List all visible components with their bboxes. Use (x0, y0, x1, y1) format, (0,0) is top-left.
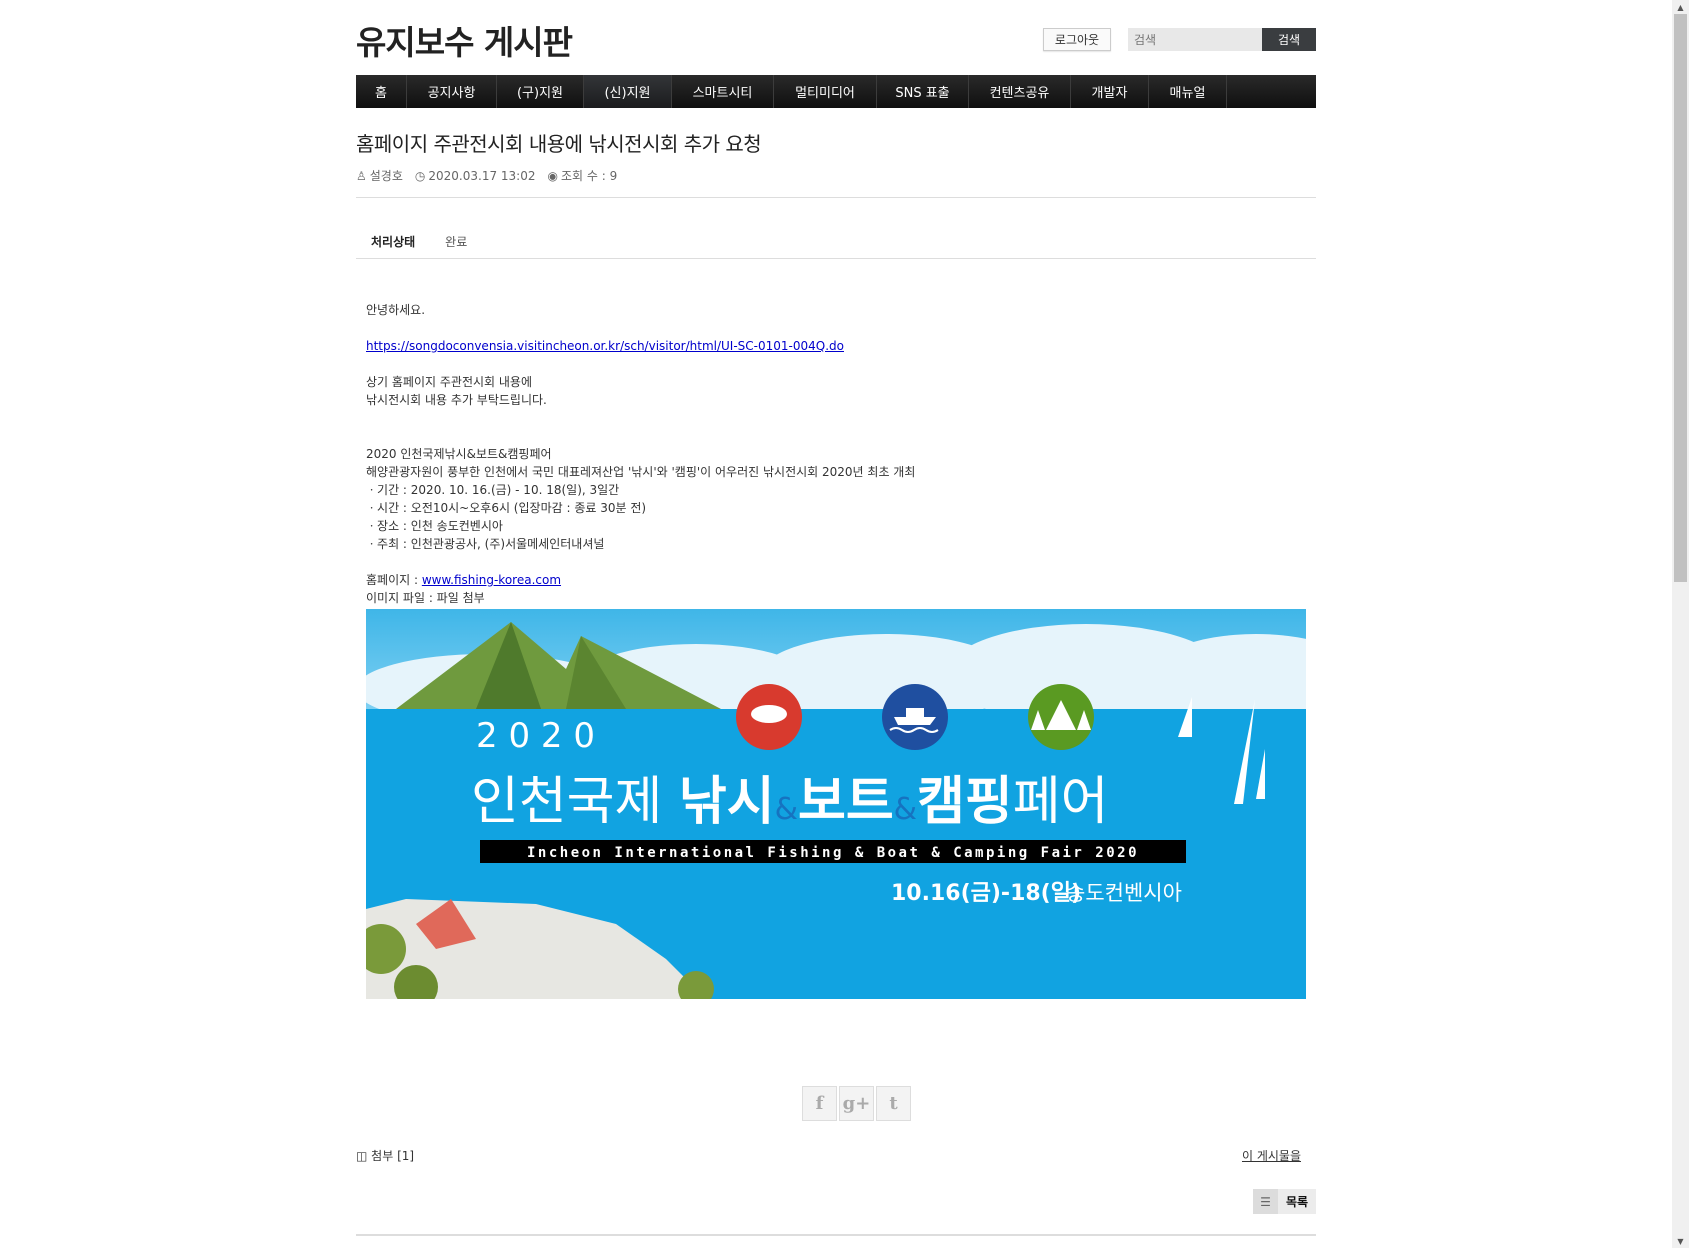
logout-button[interactable]: 로그아웃 (1043, 28, 1111, 51)
author: 설경호 (369, 169, 403, 183)
attachment-label: 첨부 [1] (371, 1149, 415, 1163)
body-text: 상기 홈페이지 주관전시회 내용에 (366, 375, 533, 389)
divider (356, 258, 1316, 259)
nav-new-support[interactable]: (신)지원 (584, 75, 672, 108)
view-count: 조회 수 : 9 (560, 169, 618, 183)
vertical-scrollbar[interactable]: ▲ ▼ (1672, 0, 1689, 1248)
site-title[interactable]: 유지보수 게시판 (356, 16, 573, 64)
nav-old-support[interactable]: (구)지원 (497, 75, 584, 108)
body-text: 2020 인천국제낚시&보트&캠핑페어 (366, 447, 552, 461)
scrollbar-thumb[interactable] (1674, 14, 1687, 582)
scroll-down-arrow-icon[interactable]: ▼ (1672, 1234, 1689, 1248)
nav-multimedia[interactable]: 멀티미디어 (774, 75, 877, 108)
eye-icon: ◉ (547, 168, 558, 183)
boat-icon (882, 684, 948, 750)
status-label: 처리상태 (371, 235, 416, 249)
body-text: 해양관광자원이 풍부한 인천에서 국민 대표레져산업 '낚시'와 '캠핑'이 어… (366, 465, 916, 479)
tent-icon (1028, 684, 1094, 750)
this-post-menu[interactable]: 이 게시물을 (1242, 1147, 1301, 1164)
status-value: 완료 (445, 235, 468, 249)
nav-smartcity[interactable]: 스마트시티 (672, 75, 774, 108)
list-icon: ☰ (1253, 1189, 1278, 1214)
body-text: ㆍ기간 : 2020. 10. 16.(금) - 10. 18(일), 3일간 (366, 483, 620, 497)
attachment-icon: ◫ (356, 1149, 368, 1163)
banner-date: 10.16(금)-18(일) (891, 881, 1081, 906)
list-button[interactable]: ☰ 목록 (1253, 1189, 1316, 1214)
fair-banner-image: 2 0 2 0 인천국제 낚시&보트&캠핑페어 Incheon Internat… (366, 609, 1306, 999)
main-nav: 홈 공지사항 (구)지원 (신)지원 스마트시티 멀티미디어 SNS 표출 컨텐… (356, 75, 1316, 108)
nav-home[interactable]: 홈 (356, 75, 407, 108)
body-text: ㆍ주최 : 인천관광공사, (주)서울메세인터내셔널 (366, 537, 605, 551)
body-text: 안녕하세요. (366, 303, 426, 317)
user-icon: ♙ (356, 168, 367, 183)
nav-content-share[interactable]: 컨텐츠공유 (969, 75, 1071, 108)
search-input[interactable] (1128, 28, 1262, 51)
banner-year: 2 0 2 0 (476, 716, 595, 756)
nav-developer[interactable]: 개발자 (1071, 75, 1149, 108)
nav-sns[interactable]: SNS 표출 (877, 75, 969, 108)
body-text: ㆍ시간 : 오전10시~오후6시 (입장마감 : 종료 30분 전) (366, 501, 647, 515)
search-form: 검색 (1128, 28, 1316, 51)
fishing-lure-icon (736, 684, 802, 750)
banner-venue: 송도컨벤시아 (1066, 881, 1182, 905)
twitter-share-button[interactable]: t (876, 1086, 911, 1121)
body-text: 이미지 파일 : 파일 첨부 (366, 591, 485, 605)
divider (356, 1234, 1316, 1236)
list-button-label: 목록 (1285, 1195, 1309, 1209)
attachment-toggle[interactable]: ◫ 첨부 [1] (356, 1147, 414, 1164)
post-body: 안녕하세요. https://songdoconvensia.visitinch… (366, 301, 1311, 607)
exhibition-link[interactable]: https://songdoconvensia.visitincheon.or.… (366, 339, 844, 353)
homepage-link[interactable]: www.fishing-korea.com (422, 573, 561, 587)
nav-notice[interactable]: 공지사항 (407, 75, 497, 108)
post-date: 2020.03.17 13:02 (428, 168, 536, 183)
search-button[interactable]: 검색 (1262, 28, 1316, 51)
body-text: 낚시전시회 내용 추가 부탁드립니다. (366, 393, 547, 407)
post-title: 홈페이지 주관전시회 내용에 낚시전시회 추가 요청 (356, 132, 762, 156)
googleplus-share-button[interactable]: g+ (839, 1086, 874, 1121)
nav-manual[interactable]: 매뉴얼 (1149, 75, 1227, 108)
post-meta: ♙ 설경호 ◷ 2020.03.17 13:02 ◉ 조회 수 : 9 (356, 167, 617, 184)
scroll-up-arrow-icon[interactable]: ▲ (1672, 0, 1689, 14)
banner-english: Incheon International Fishing & Boat & C… (527, 845, 1139, 861)
body-text: 홈페이지 : (366, 573, 422, 587)
divider (356, 197, 1316, 198)
body-text: ㆍ장소 : 인천 송도컨벤시아 (366, 519, 503, 533)
social-share: f g+ t (802, 1086, 911, 1121)
status-row: 처리상태 완료 (371, 233, 467, 250)
clock-icon: ◷ (414, 168, 426, 183)
facebook-share-button[interactable]: f (802, 1086, 837, 1121)
